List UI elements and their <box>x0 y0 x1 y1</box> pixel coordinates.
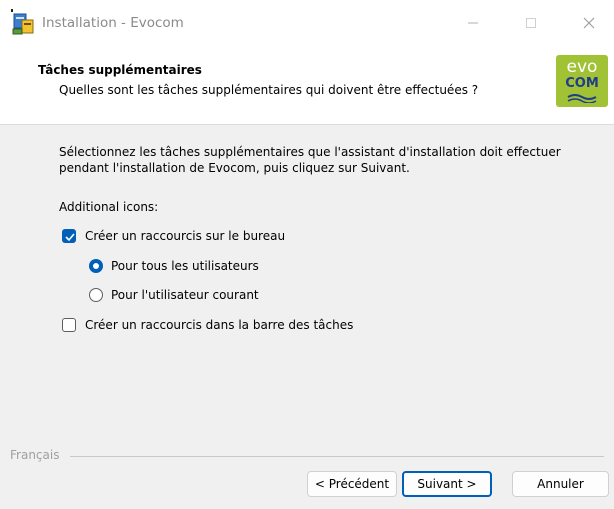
additional-icons-label: Additional icons: <box>59 200 159 214</box>
title-bar: Installation - Evocom <box>0 0 614 48</box>
cancel-button[interactable]: Annuler <box>512 471 609 497</box>
all-users-radio[interactable] <box>89 259 103 273</box>
logo-line2: COM <box>565 76 599 91</box>
taskbar-shortcut-label[interactable]: Créer un raccourcis dans la barre des tâ… <box>85 318 353 332</box>
instructions-text: Sélectionnez les tâches supplémentaires … <box>59 145 561 175</box>
current-user-radio[interactable] <box>89 288 103 302</box>
installer-icon <box>11 9 35 35</box>
logo-line1: evo <box>566 57 598 77</box>
page-subtitle: Quelles sont les tâches supplémentaires … <box>59 83 479 97</box>
taskbar-shortcut-checkbox[interactable] <box>62 318 76 332</box>
back-button[interactable]: < Précédent <box>307 471 397 497</box>
desktop-shortcut-checkbox[interactable] <box>62 229 76 243</box>
close-button[interactable] <box>566 0 612 46</box>
minimize-button[interactable] <box>450 0 496 46</box>
desktop-shortcut-label[interactable]: Créer un raccourcis sur le bureau <box>85 229 285 243</box>
all-users-label[interactable]: Pour tous les utilisateurs <box>111 259 259 273</box>
page-title: Tâches supplémentaires <box>38 63 202 77</box>
evocom-logo: evo COM <box>556 55 608 107</box>
logo-waves-icon <box>567 94 597 103</box>
maximize-button[interactable] <box>508 0 554 46</box>
window-title: Installation - Evocom <box>42 15 184 31</box>
next-button[interactable]: Suivant > <box>402 471 492 497</box>
footer-divider <box>70 456 604 457</box>
wizard-content: Sélectionnez les tâches supplémentaires … <box>0 124 614 509</box>
language-label: Français <box>10 448 66 462</box>
wizard-header: Tâches supplémentaires Quelles sont les … <box>0 48 614 124</box>
current-user-label[interactable]: Pour l'utilisateur courant <box>111 288 259 302</box>
